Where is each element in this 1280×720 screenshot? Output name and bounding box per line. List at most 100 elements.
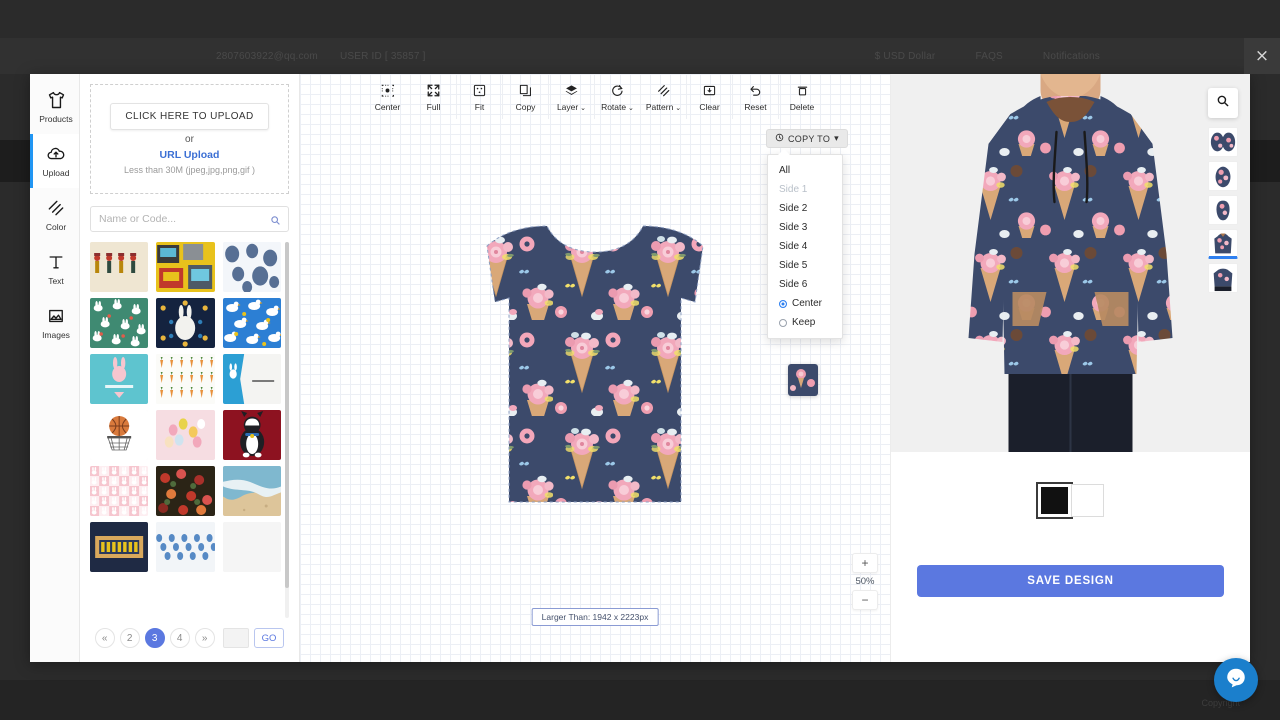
close-icon[interactable]: × xyxy=(1244,38,1280,74)
sidebar-item-products[interactable]: Products xyxy=(30,80,79,134)
pagination-next[interactable]: » xyxy=(195,628,215,648)
menu-item-side-4[interactable]: Side 4 xyxy=(768,237,842,256)
thumbnail-beach-shore-photo[interactable] xyxy=(223,466,281,516)
tool-delete[interactable]: Delete xyxy=(779,75,825,119)
radio-selected-icon xyxy=(779,300,787,308)
sidebar-item-label: Products xyxy=(39,114,73,124)
thumbnail-retro-arcade-pattern[interactable] xyxy=(156,242,214,292)
caret-down-icon: ▾ xyxy=(834,133,839,144)
thumbnail-blue-leaves-pattern[interactable] xyxy=(223,242,281,292)
sidebar-item-text[interactable]: Text xyxy=(30,242,79,296)
background-footer xyxy=(0,680,1280,720)
sidebar-item-color[interactable]: Color xyxy=(30,188,79,242)
tool-copy[interactable]: Copy xyxy=(503,75,549,119)
tool-full[interactable]: Full xyxy=(411,75,457,119)
tool-center[interactable]: Center xyxy=(365,75,411,119)
pagination-go-button[interactable]: GO xyxy=(254,628,285,648)
pagination: « 2 3 4 » GO xyxy=(90,618,289,652)
thumbnail-navy-folk-bunny-pattern[interactable] xyxy=(156,298,214,348)
thumbnail-dark-strip-pattern[interactable] xyxy=(90,522,148,572)
thumbnail-folk-figures-pattern[interactable] xyxy=(90,242,148,292)
thumbnail-easter-banner[interactable] xyxy=(223,354,281,404)
thumbnail-pink-easter-eggs[interactable] xyxy=(156,410,214,460)
tool-label: Copy xyxy=(516,102,536,112)
menu-item-side-2[interactable]: Side 2 xyxy=(768,199,842,218)
pagination-page-3[interactable]: 3 xyxy=(145,628,165,648)
chevron-down-icon: ⌄ xyxy=(578,105,586,112)
save-design-button[interactable]: SAVE DESIGN xyxy=(917,565,1224,597)
menu-item-center[interactable]: Center xyxy=(768,294,842,313)
chat-widget-button[interactable] xyxy=(1214,658,1258,702)
fit-icon xyxy=(472,82,487,99)
search-icon[interactable] xyxy=(270,213,281,231)
thumbnail-grid xyxy=(90,242,289,572)
upload-hint: Less than 30M (jpeg,jpg,png,gif ) xyxy=(124,165,255,175)
tool-pattern[interactable]: Pattern ⌄ xyxy=(641,75,687,119)
thumbnail-white-carrot-pattern[interactable] xyxy=(156,354,214,404)
mockup-stage xyxy=(891,74,1250,452)
menu-item-keep[interactable]: Keep xyxy=(768,313,842,332)
sidebar-item-upload[interactable]: Upload xyxy=(30,134,79,188)
thumbnail-scroll-area xyxy=(90,242,289,618)
url-upload-link[interactable]: URL Upload xyxy=(160,149,220,161)
page-jump-input[interactable] xyxy=(223,628,249,648)
view-thumbnail-2[interactable] xyxy=(1208,161,1238,191)
zoom-out-button[interactable]: − xyxy=(852,590,878,610)
menu-item-label: Keep xyxy=(792,317,815,328)
user-id: USER ID [ 35857 ] xyxy=(340,51,426,62)
menu-item-all[interactable]: All xyxy=(768,161,842,180)
currency-selector[interactable]: $ USD Dollar xyxy=(875,51,936,62)
color-swatch-white[interactable] xyxy=(1071,484,1104,517)
view-thumbnail-4[interactable] xyxy=(1208,229,1238,259)
thumbnail-green-bunny-pattern[interactable] xyxy=(90,298,148,348)
view-thumbnail-1[interactable] xyxy=(1208,127,1238,157)
menu-item-side-6[interactable]: Side 6 xyxy=(768,275,842,294)
pattern-icon xyxy=(656,82,671,99)
thumbnail-blue-strip-pattern[interactable] xyxy=(156,522,214,572)
tool-reset[interactable]: Reset xyxy=(733,75,779,119)
cloud-upload-icon xyxy=(45,144,67,164)
view-thumbnail-5[interactable] xyxy=(1208,263,1238,293)
menu-item-side-5[interactable]: Side 5 xyxy=(768,256,842,275)
tool-label: Center xyxy=(375,102,401,112)
sidebar-item-images[interactable]: Images xyxy=(30,296,79,350)
pagination-page-2[interactable]: 2 xyxy=(120,628,140,648)
color-swatch-black[interactable] xyxy=(1038,484,1071,517)
search-input[interactable] xyxy=(91,207,288,231)
thumbnail-basketball-hoop[interactable] xyxy=(90,410,148,460)
tool-fit[interactable]: Fit xyxy=(457,75,503,119)
magnify-icon xyxy=(1216,94,1230,113)
copy-to-button[interactable]: COPY TO ▾ xyxy=(766,129,848,148)
notifications-link[interactable]: Notifications xyxy=(1043,51,1100,62)
tool-label: Reset xyxy=(744,102,766,112)
thumbnail-blank-strip[interactable] xyxy=(223,522,281,572)
magnify-button[interactable] xyxy=(1208,88,1238,118)
floating-pattern-swatch[interactable] xyxy=(788,364,818,396)
preview-panel: SAVE DESIGN xyxy=(890,74,1250,662)
thumbnail-pink-bunny-checker-pattern[interactable] xyxy=(90,466,148,516)
upload-button[interactable]: CLICK HERE TO UPLOAD xyxy=(110,103,268,130)
color-swatch-row xyxy=(891,452,1250,517)
copy-to-label: COPY TO xyxy=(788,134,830,144)
tool-sidebar: Products Upload Color xyxy=(30,74,80,662)
thumbnail-red-floral-texture[interactable] xyxy=(156,466,214,516)
thumbnail-boston-terrier-portrait[interactable] xyxy=(223,410,281,460)
faqs-link[interactable]: FAQS xyxy=(975,51,1002,62)
tool-label: Pattern ⌄ xyxy=(646,102,681,112)
tool-clear[interactable]: Clear xyxy=(687,75,733,119)
upload-dropzone[interactable]: CLICK HERE TO UPLOAD or URL Upload Less … xyxy=(90,84,289,194)
sidebar-item-label: Upload xyxy=(43,168,70,178)
view-thumbnail-3[interactable] xyxy=(1208,195,1238,225)
tool-label: Layer ⌄ xyxy=(557,102,586,112)
zoom-in-button[interactable]: + xyxy=(852,553,878,573)
zoom-level-label: 50% xyxy=(855,576,874,587)
pagination-prev[interactable]: « xyxy=(95,628,115,648)
tool-rotate[interactable]: Rotate ⌄ xyxy=(595,75,641,119)
tool-layer[interactable]: Layer ⌄ xyxy=(549,75,595,119)
thumbnail-happy-easter-card[interactable] xyxy=(90,354,148,404)
pagination-page-4[interactable]: 4 xyxy=(170,628,190,648)
thumbnail-blue-geese-pattern[interactable] xyxy=(223,298,281,348)
thumbnail-scrollbar-thumb[interactable] xyxy=(285,242,289,588)
tank-top-front-panel[interactable] xyxy=(467,224,723,518)
menu-item-side-3[interactable]: Side 3 xyxy=(768,218,842,237)
